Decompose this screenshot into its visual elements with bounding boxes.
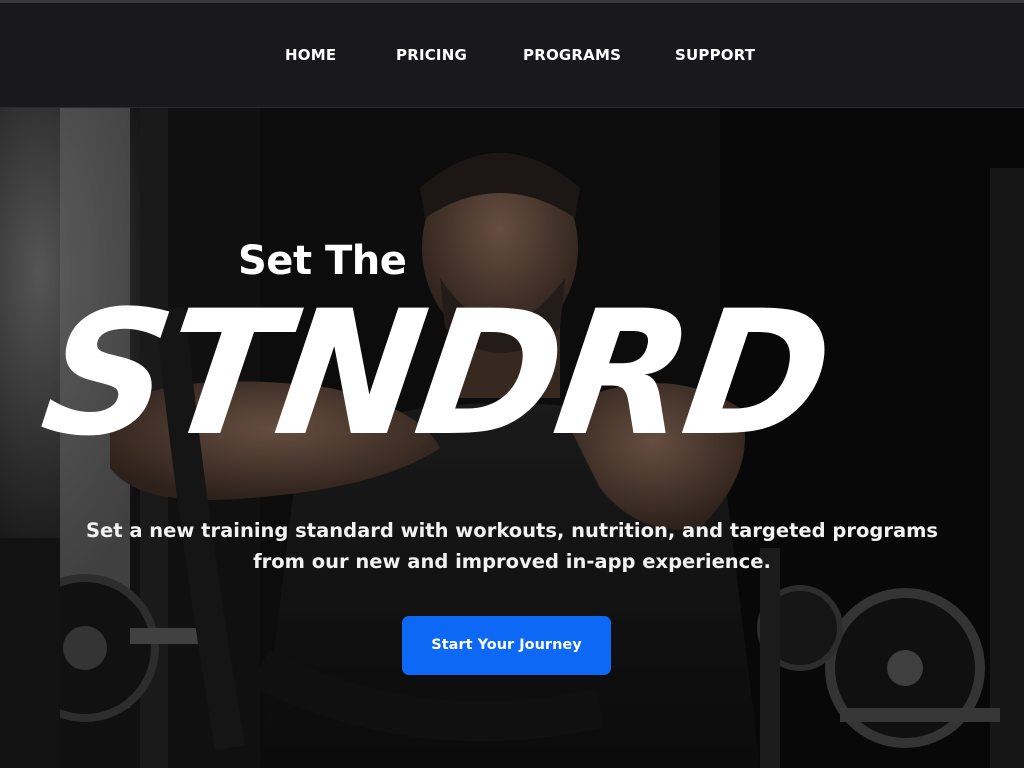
nav-link-support[interactable]: SUPPORT — [675, 46, 755, 64]
top-navbar: HOME PRICING PROGRAMS SUPPORT — [0, 3, 1024, 108]
nav-link-home[interactable]: HOME — [285, 46, 336, 64]
hero-subtitle: Set a new training standard with workout… — [80, 515, 944, 577]
hero-subtitle-line-1: Set a new training standard with workout… — [85, 519, 939, 542]
hero-section: Set The STNDRD Set a new training standa… — [0, 108, 1024, 768]
nav-link-programs[interactable]: PROGRAMS — [523, 46, 621, 64]
hero-subtitle-line-2: from our new and improved in-app experie… — [253, 550, 771, 573]
start-your-journey-button[interactable]: Start Your Journey — [402, 616, 611, 675]
hero-wordmark: STNDRD — [32, 273, 840, 474]
nav-link-pricing[interactable]: PRICING — [396, 46, 467, 64]
